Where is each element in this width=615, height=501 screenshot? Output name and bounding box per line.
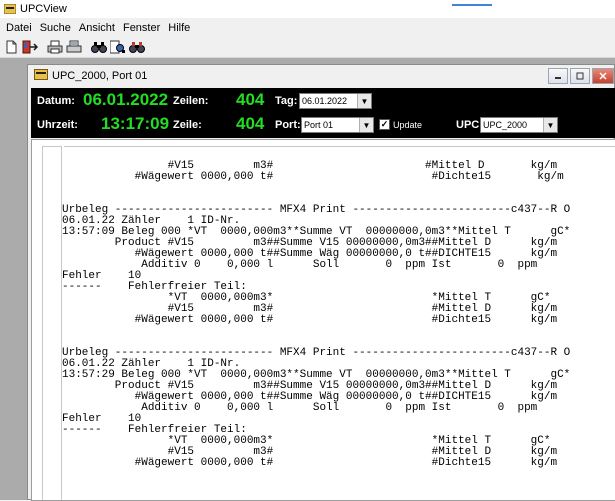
app-icon xyxy=(3,3,17,15)
info-row-datum: Datum: 06.01.2022 Zeilen: 404 Tag: 06.01… xyxy=(31,90,615,112)
zeilen-value: 404 xyxy=(236,90,265,109)
app-title: UPCView xyxy=(20,3,67,15)
find-icon[interactable] xyxy=(91,39,107,55)
document-line: #Wägewert 0000,000 t# #Dichte15 kg/m xyxy=(62,171,564,183)
mdi-client-area: UPC_2000, Port 01 Datum: 06.01.2022 Zeil… xyxy=(0,58,615,501)
menubar: Datei Suche Ansicht Fenster Hilfe xyxy=(0,20,615,36)
restore-icon[interactable] xyxy=(570,68,590,84)
exit-icon[interactable] xyxy=(22,39,38,55)
chevron-down-icon[interactable]: ▼ xyxy=(359,118,373,132)
uhrzeit-label: Uhrzeit: xyxy=(37,119,78,131)
document-line: #Wägewert 0000,000 t# #Dichte15 kg/m xyxy=(62,457,558,469)
chevron-down-icon[interactable]: ▼ xyxy=(543,118,557,132)
port-label: Port: xyxy=(275,119,301,131)
upc-select-value: UPC_2000 xyxy=(483,120,528,130)
child-window: UPC_2000, Port 01 Datum: 06.01.2022 Zeil… xyxy=(27,64,615,501)
tag-date-picker[interactable]: 06.01.2022 ▼ xyxy=(299,93,372,109)
child-titlebar[interactable]: UPC_2000, Port 01 xyxy=(28,65,614,87)
minimize-icon[interactable] xyxy=(548,68,568,84)
upc-label: UPC: xyxy=(456,119,483,131)
document-page: #V15 m3# #Mittel D kg/m #Wägewert 0000,0… xyxy=(62,146,615,500)
menu-hilfe[interactable]: Hilfe xyxy=(164,22,194,34)
document-view[interactable]: #V15 m3# #Mittel D kg/m #Wägewert 0000,0… xyxy=(31,139,615,501)
page-margin xyxy=(42,146,62,500)
print-icon[interactable] xyxy=(47,39,63,55)
zeile-label: Zeile: xyxy=(173,119,202,131)
app-titlebar: UPCView xyxy=(0,0,615,18)
new-document-icon[interactable] xyxy=(3,39,19,55)
menu-fenster[interactable]: Fenster xyxy=(119,22,164,34)
info-row-uhrzeit: Uhrzeit: 13:17:09 Zeile: 404 Port: Port … xyxy=(31,114,615,136)
port-select[interactable]: Port 01 ▼ xyxy=(301,117,374,133)
child-window-title: UPC_2000, Port 01 xyxy=(52,70,148,82)
zeile-value: 404 xyxy=(236,114,265,133)
print-preview-icon[interactable] xyxy=(66,39,82,55)
menu-ansicht[interactable]: Ansicht xyxy=(75,22,119,34)
upc-select[interactable]: UPC_2000 ▼ xyxy=(480,117,558,133)
status-info-panel: Datum: 06.01.2022 Zeilen: 404 Tag: 06.01… xyxy=(31,88,615,138)
datum-value: 06.01.2022 xyxy=(83,90,169,109)
datum-label: Datum: xyxy=(37,95,75,107)
tag-date-value: 06.01.2022 xyxy=(302,96,348,106)
menu-suche[interactable]: Suche xyxy=(36,22,75,34)
toolbar xyxy=(0,36,615,58)
update-checkbox[interactable]: ✓ xyxy=(379,119,390,130)
update-label: Update xyxy=(393,120,423,130)
document-line: #Wägewert 0000,000 t# #Dichte15 kg/m xyxy=(62,314,558,326)
find-next-icon[interactable] xyxy=(110,39,126,55)
port-select-value: Port 01 xyxy=(304,120,334,130)
close-icon[interactable] xyxy=(592,68,614,84)
titlebar-accent xyxy=(452,4,492,6)
uhrzeit-value: 13:17:09 xyxy=(101,114,170,133)
document-text: #V15 m3# #Mittel D kg/m #Wägewert 0000,0… xyxy=(62,161,570,469)
chevron-down-icon[interactable]: ▼ xyxy=(357,94,371,108)
find-binoculars-icon[interactable] xyxy=(129,39,145,55)
child-window-icon xyxy=(34,69,48,83)
tag-label: Tag: xyxy=(275,95,298,107)
window-buttons xyxy=(546,68,614,84)
zeilen-label: Zeilen: xyxy=(173,95,209,107)
menu-datei[interactable]: Datei xyxy=(2,22,36,34)
